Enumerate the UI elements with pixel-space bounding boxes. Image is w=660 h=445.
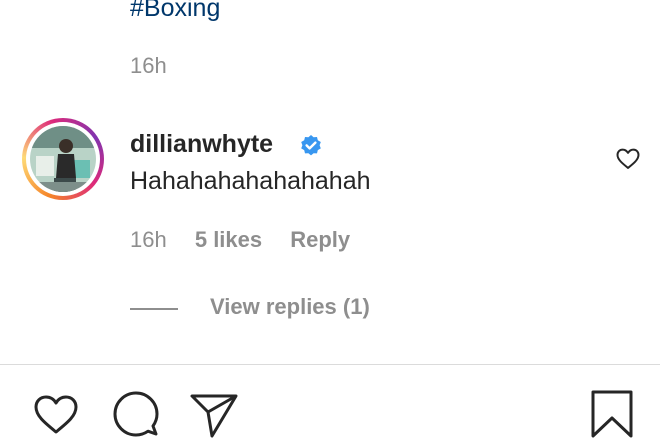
comment-text: Hahahahahahahahah: [130, 167, 371, 195]
save-bookmark-icon[interactable]: [588, 388, 638, 438]
comment-timestamp: 16h: [130, 227, 167, 252]
avatar[interactable]: [22, 118, 104, 200]
comment-likes-count[interactable]: 5 likes: [195, 227, 262, 252]
view-replies-button[interactable]: View replies (1): [210, 293, 370, 321]
replies-divider-line: [130, 308, 178, 310]
section-divider: [0, 364, 660, 365]
reply-button[interactable]: Reply: [290, 227, 350, 252]
verified-badge-icon: [299, 134, 323, 158]
comment-bubble-icon[interactable]: [110, 388, 160, 437]
comment-meta-row: 16h 5 likes Reply: [130, 226, 372, 254]
caption-hashtag[interactable]: #Boxing: [130, 0, 220, 24]
avatar-image: [30, 126, 96, 192]
share-paper-plane-icon[interactable]: [188, 388, 238, 438]
post-timestamp: 16h: [130, 53, 167, 78]
like-post-heart-icon[interactable]: [30, 388, 80, 434]
comment-username[interactable]: dillianwhyte: [130, 128, 273, 160]
like-comment-heart-icon[interactable]: [614, 144, 642, 172]
